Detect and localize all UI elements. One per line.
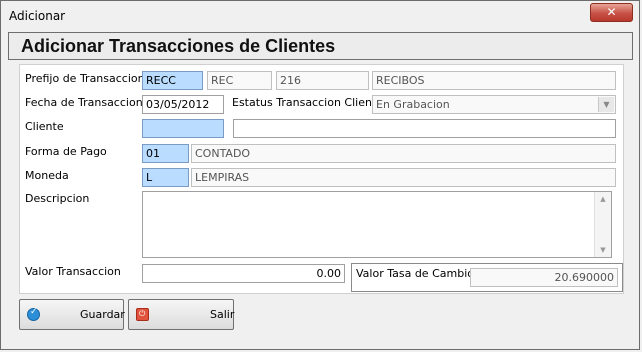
fecha-field[interactable]: 03/05/2012 xyxy=(142,95,224,114)
title-bar: Adicionar ✕ xyxy=(1,1,639,30)
valor-transaccion-field[interactable]: 0.00 xyxy=(142,264,345,283)
prefijo-number-field[interactable]: 216 xyxy=(276,71,369,90)
scroll-up-icon[interactable]: ▲ xyxy=(595,192,611,206)
window-title: Adicionar xyxy=(9,9,66,23)
estatus-value: En Grabacion xyxy=(376,98,450,111)
form-header: Adicionar Transacciones de Clientes xyxy=(8,32,633,60)
prefijo-label: Prefijo de Transaccion xyxy=(25,72,145,85)
prefijo-subcode-field[interactable]: REC xyxy=(207,71,272,90)
prefijo-description-field[interactable]: RECIBOS xyxy=(372,71,616,90)
cliente-label: Cliente xyxy=(25,120,64,133)
valor-tasa-label: Valor Tasa de Cambio xyxy=(356,267,474,280)
estatus-select[interactable]: En Grabacion ▼ xyxy=(372,95,616,114)
chevron-down-icon[interactable]: ▼ xyxy=(598,97,614,112)
close-icon: ✕ xyxy=(606,5,617,19)
descripcion-label: Descripcion xyxy=(25,192,90,205)
cliente-name-field[interactable] xyxy=(233,119,616,138)
moneda-label: Moneda xyxy=(25,169,69,182)
tasa-cambio-group: Valor Tasa de Cambio 20.690000 xyxy=(351,263,623,292)
check-circle-icon xyxy=(27,307,40,321)
salir-button[interactable]: Salir xyxy=(128,299,234,330)
estatus-label: Estatus Transaccion Cliente xyxy=(232,96,384,109)
descripcion-scrollbar[interactable]: ▲ ▼ xyxy=(594,192,611,257)
moneda-code-field[interactable]: L xyxy=(142,168,189,187)
fecha-label: Fecha de Transaccion xyxy=(25,96,143,109)
cliente-code-field[interactable] xyxy=(142,119,224,138)
valor-transaccion-label: Valor Transaccion xyxy=(25,265,121,278)
dialog-window: Adicionar ✕ Adicionar Transacciones de C… xyxy=(0,0,640,350)
valor-tasa-field[interactable]: 20.690000 xyxy=(470,268,618,287)
close-button[interactable]: ✕ xyxy=(590,3,633,22)
prefijo-code-field[interactable]: RECC xyxy=(142,71,203,90)
forma-pago-label: Forma de Pago xyxy=(25,145,107,158)
scroll-down-icon[interactable]: ▼ xyxy=(595,243,611,257)
forma-pago-description-field[interactable]: CONTADO xyxy=(191,144,616,163)
power-icon xyxy=(136,308,149,321)
page-title: Adicionar Transacciones de Clientes xyxy=(21,36,336,56)
moneda-description-field[interactable]: LEMPIRAS xyxy=(191,168,616,187)
forma-pago-code-field[interactable]: 01 xyxy=(142,144,189,163)
descripcion-textarea[interactable]: ▲ ▼ xyxy=(142,191,612,258)
guardar-button[interactable]: Guardar xyxy=(19,299,125,330)
salir-label: Salir xyxy=(210,308,235,321)
guardar-label: Guardar xyxy=(80,308,125,321)
